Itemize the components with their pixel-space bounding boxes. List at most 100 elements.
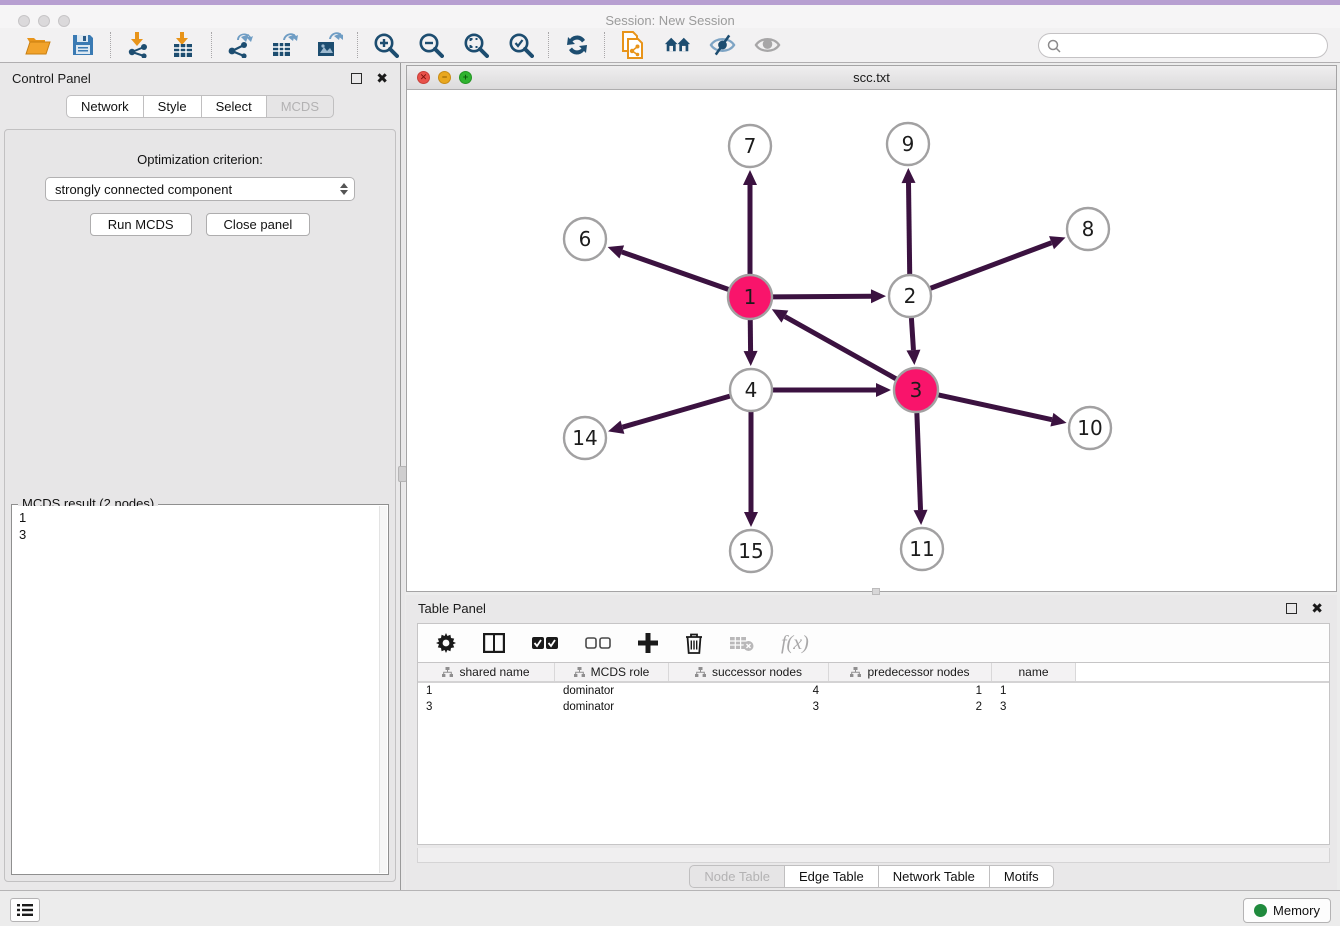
table-cell[interactable]: 3 xyxy=(418,699,555,715)
open-session-icon[interactable] xyxy=(24,32,51,59)
zoom-selected-icon[interactable] xyxy=(507,32,534,59)
network-resize-handle[interactable] xyxy=(872,588,880,595)
table-cell[interactable]: dominator xyxy=(555,699,669,715)
column-header-successor-nodes[interactable]: successor nodes xyxy=(669,663,829,681)
memory-button[interactable]: Memory xyxy=(1243,898,1331,923)
tab-network-table[interactable]: Network Table xyxy=(879,865,990,888)
column-header-name[interactable]: name xyxy=(992,663,1076,681)
import-table-icon[interactable] xyxy=(170,32,197,59)
zoom-fit-icon[interactable] xyxy=(462,32,489,59)
export-table-icon[interactable] xyxy=(271,32,298,59)
table-horizontal-scrollbar[interactable] xyxy=(417,848,1330,863)
clone-network-icon[interactable] xyxy=(619,32,646,59)
deselect-all-icon[interactable] xyxy=(585,637,611,650)
zoom-out-icon[interactable] xyxy=(417,32,444,59)
zoom-in-icon[interactable] xyxy=(372,32,399,59)
hide-selected-icon[interactable] xyxy=(709,32,736,59)
table-cell[interactable]: 4 xyxy=(669,683,829,699)
export-image-icon[interactable] xyxy=(316,32,343,59)
network-canvas[interactable]: 1234678910111415 xyxy=(407,90,1336,591)
run-mcds-button[interactable]: Run MCDS xyxy=(90,213,192,236)
control-panel: Control Panel ✖ NetworkStyleSelectMCDS O… xyxy=(0,63,401,890)
graph-edge-arrowhead xyxy=(608,420,624,433)
window-title: Session: New Session xyxy=(0,13,1340,28)
table-cell[interactable]: 1 xyxy=(829,683,992,699)
table-cell[interactable]: 1 xyxy=(992,683,1076,699)
graph-node-label: 6 xyxy=(579,227,592,251)
tab-style[interactable]: Style xyxy=(144,95,202,118)
search-box[interactable] xyxy=(1038,33,1328,58)
memory-label: Memory xyxy=(1273,903,1320,918)
network-window-titlebar[interactable]: ✕ − + scc.txt xyxy=(407,66,1336,90)
table-tabs: Node TableEdge TableNetwork TableMotifs xyxy=(406,865,1337,888)
search-input[interactable] xyxy=(1066,36,1327,56)
mcds-panel: Optimization criterion: strongly connect… xyxy=(4,129,396,882)
node-table: shared nameMCDS rolesuccessor nodesprede… xyxy=(417,663,1330,845)
table-toolbar: f(x) xyxy=(417,623,1330,663)
column-header-MCDS-role[interactable]: MCDS role xyxy=(555,663,669,681)
graph-node-label: 1 xyxy=(744,285,757,309)
table-row[interactable]: 3dominator323 xyxy=(418,699,1329,715)
table-settings-icon[interactable] xyxy=(436,633,456,653)
table-cell[interactable]: dominator xyxy=(555,683,669,699)
graph-edge-1-6[interactable] xyxy=(622,252,729,289)
graph-edge-arrowhead xyxy=(914,510,928,525)
graph-edge-3-1[interactable] xyxy=(785,317,896,379)
graph-edge-3-10[interactable] xyxy=(938,395,1051,420)
status-bar: Memory xyxy=(0,890,1340,926)
tab-node-table[interactable]: Node Table xyxy=(689,865,785,888)
tab-network[interactable]: Network xyxy=(66,95,144,118)
add-column-icon[interactable] xyxy=(638,633,658,653)
tab-select[interactable]: Select xyxy=(202,95,267,118)
graph-edge-2-3[interactable] xyxy=(911,318,913,350)
refresh-layout-icon[interactable] xyxy=(563,32,590,59)
tab-motifs[interactable]: Motifs xyxy=(990,865,1054,888)
table-cell[interactable]: 2 xyxy=(829,699,992,715)
vertical-splitter[interactable] xyxy=(401,63,405,890)
list-icon xyxy=(17,903,33,917)
graph-node-label: 8 xyxy=(1082,217,1095,241)
first-neighbors-icon[interactable] xyxy=(664,32,691,59)
export-network-icon[interactable] xyxy=(226,32,253,59)
result-scrollbar[interactable] xyxy=(379,506,387,873)
tab-mcds[interactable]: MCDS xyxy=(267,95,334,118)
table-header-row: shared nameMCDS rolesuccessor nodesprede… xyxy=(418,663,1329,683)
column-header-predecessor-nodes[interactable]: predecessor nodes xyxy=(829,663,992,681)
float-panel-icon[interactable] xyxy=(351,73,362,84)
close-panel-icon[interactable]: ✖ xyxy=(376,71,388,85)
table-panel-title: Table Panel xyxy=(418,601,486,616)
graph-edge-arrowhead xyxy=(876,383,891,397)
graph-node-label: 9 xyxy=(902,132,915,156)
save-session-icon[interactable] xyxy=(69,32,96,59)
table-float-icon[interactable] xyxy=(1286,603,1297,614)
close-panel-button[interactable]: Close panel xyxy=(206,213,311,236)
column-header-shared-name[interactable]: shared name xyxy=(418,663,555,681)
import-network-icon[interactable] xyxy=(125,32,152,59)
column-layout-icon[interactable] xyxy=(483,633,505,653)
graph-edge-arrowhead xyxy=(906,350,920,365)
table-cell[interactable]: 1 xyxy=(418,683,555,699)
task-history-button[interactable] xyxy=(10,898,40,922)
graph-edge-arrowhead xyxy=(902,168,916,183)
graph-node-label: 15 xyxy=(738,539,763,563)
delete-column-icon[interactable] xyxy=(685,633,703,654)
select-all-icon[interactable] xyxy=(532,637,558,650)
memory-status-icon xyxy=(1254,904,1267,917)
mcds-result-text[interactable]: 1 3 xyxy=(13,506,379,873)
graph-edge-2-9[interactable] xyxy=(909,183,910,274)
criterion-value: strongly connected component xyxy=(55,182,232,197)
function-builder-icon[interactable]: f(x) xyxy=(781,632,809,655)
tab-edge-table[interactable]: Edge Table xyxy=(785,865,879,888)
table-cell[interactable]: 3 xyxy=(992,699,1076,715)
graph-edge-3-11[interactable] xyxy=(917,413,921,510)
graph-edge-4-14[interactable] xyxy=(622,396,729,427)
show-all-icon[interactable] xyxy=(754,32,781,59)
criterion-select[interactable]: strongly connected component xyxy=(45,177,355,201)
graph-edge-2-8[interactable] xyxy=(931,243,1052,289)
table-cell[interactable]: 3 xyxy=(669,699,829,715)
table-close-icon[interactable]: ✖ xyxy=(1311,601,1323,615)
graph-node-label: 10 xyxy=(1077,416,1102,440)
table-row[interactable]: 1dominator411 xyxy=(418,683,1329,699)
graph-edge-1-2[interactable] xyxy=(773,296,871,297)
delete-table-icon[interactable] xyxy=(730,635,754,652)
